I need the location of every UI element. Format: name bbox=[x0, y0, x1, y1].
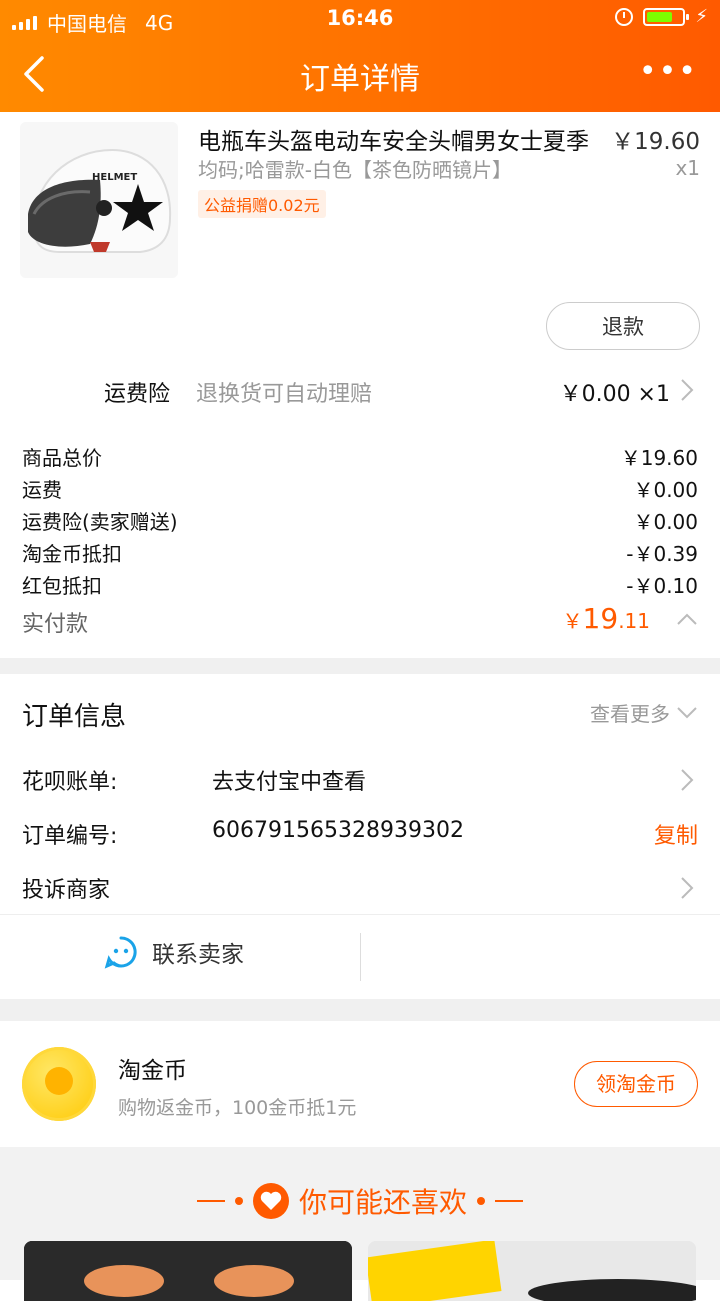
chevron-right-icon bbox=[681, 769, 694, 791]
contact-seller-label: 联系卖家 bbox=[152, 942, 244, 968]
total-value: ￥19.60 bbox=[620, 446, 698, 470]
contact-bar: 联系卖家 bbox=[0, 915, 720, 999]
section-gap bbox=[0, 999, 720, 1021]
page-title: 订单详情 bbox=[300, 62, 420, 97]
order-info-section: 订单信息 查看更多 花呗账单: 去支付宝中查看 订单编号: 6067915653… bbox=[0, 674, 720, 914]
coin-deduction-value: -￥0.39 bbox=[626, 542, 698, 566]
insurance-label: 运费险 bbox=[104, 382, 171, 407]
huabei-row[interactable]: 花呗账单: 去支付宝中查看 bbox=[0, 764, 720, 804]
coin-deduction-row: 淘金币抵扣 -￥0.39 bbox=[0, 536, 720, 568]
insurance-fee-label: 运费险(卖家赠送) bbox=[22, 510, 178, 534]
more-menu-button[interactable]: ••• bbox=[639, 54, 698, 89]
product-card[interactable]: HELMET 电瓶车头盔电动车安全头帽男女士夏季 均码;哈雷款-白色【茶色防晒镜… bbox=[0, 112, 720, 362]
battery-icon bbox=[643, 7, 690, 26]
coin-deduction-label: 淘金币抵扣 bbox=[22, 542, 122, 566]
product-quantity: x1 bbox=[675, 156, 700, 180]
chevron-right-icon bbox=[681, 379, 694, 401]
copy-button[interactable]: 复制 bbox=[654, 818, 698, 850]
product-thumbnail bbox=[368, 1241, 696, 1301]
recommendations-title: 你可能还喜欢 bbox=[298, 1186, 467, 1219]
recommendation-card[interactable] bbox=[24, 1241, 352, 1301]
complain-row[interactable]: 投诉商家 bbox=[0, 872, 720, 912]
header: 中国电信 4G 16:46 ⚡ 订单详情 ••• bbox=[0, 0, 720, 112]
claim-coins-button[interactable]: 领淘金币 bbox=[574, 1061, 698, 1107]
chat-icon bbox=[104, 936, 137, 969]
contact-seller-button[interactable]: 联系卖家 bbox=[104, 935, 244, 969]
redpacket-deduction-label: 红包抵扣 bbox=[22, 574, 102, 598]
actual-paid-value: ￥19.11 bbox=[562, 602, 650, 635]
shipping-row: 运费 ￥0.00 bbox=[0, 472, 720, 504]
recommendation-card[interactable] bbox=[368, 1241, 696, 1301]
taojinbi-title: 淘金币 bbox=[118, 1058, 187, 1084]
charity-badge: 公益捐赠0.02元 bbox=[198, 190, 326, 218]
order-number-row: 订单编号: 606791565328939302 复制 bbox=[0, 818, 720, 858]
chevron-down-icon bbox=[677, 706, 697, 718]
total-label: 商品总价 bbox=[22, 446, 102, 470]
status-time: 16:46 bbox=[326, 6, 394, 30]
redpacket-deduction-row: 红包抵扣 -￥0.10 bbox=[0, 568, 720, 600]
alarm-icon bbox=[615, 7, 634, 26]
product-image[interactable]: HELMET bbox=[20, 122, 178, 278]
insurance-value: ￥0.00 ×1 bbox=[559, 382, 670, 407]
section-gap bbox=[0, 658, 720, 674]
decor-dot bbox=[477, 1197, 485, 1205]
product-sku: 均码;哈雷款-白色【茶色防晒镜片】 bbox=[198, 158, 512, 182]
order-number-label: 订单编号: bbox=[22, 824, 118, 849]
total-row: 商品总价 ￥19.60 bbox=[0, 440, 720, 472]
nav-bar: 订单详情 ••• bbox=[0, 36, 720, 112]
decor-line bbox=[196, 1200, 225, 1202]
taojinbi-section: 淘金币 购物返金币，100金币抵1元 领淘金币 bbox=[0, 1021, 720, 1147]
order-number-value: 606791565328939302 bbox=[212, 818, 464, 843]
huabei-value: 去支付宝中查看 bbox=[212, 770, 367, 795]
product-thumbnail bbox=[24, 1241, 352, 1301]
insurance-fee-row: 运费险(卖家赠送) ￥0.00 bbox=[0, 504, 720, 536]
complain-label: 投诉商家 bbox=[22, 878, 111, 903]
gold-coin-icon bbox=[22, 1047, 96, 1121]
chevron-right-icon bbox=[681, 877, 694, 899]
shipping-insurance-row[interactable]: 运费险 退换货可自动理赔 ￥0.00 ×1 bbox=[0, 362, 720, 418]
insurance-desc: 退换货可自动理赔 bbox=[196, 382, 373, 407]
insurance-fee-value: ￥0.00 bbox=[633, 510, 698, 534]
redpacket-deduction-value: -￥0.10 bbox=[626, 574, 698, 598]
shipping-value: ￥0.00 bbox=[633, 478, 698, 502]
view-more-label: 查看更多 bbox=[590, 702, 670, 726]
divider bbox=[360, 933, 361, 981]
refund-button[interactable]: 退款 bbox=[546, 302, 700, 350]
taojinbi-desc: 购物返金币，100金币抵1元 bbox=[118, 1097, 357, 1119]
helmet-brand-text: HELMET bbox=[92, 172, 137, 183]
product-name[interactable]: 电瓶车头盔电动车安全头帽男女士夏季 bbox=[198, 122, 589, 156]
shipping-label: 运费 bbox=[22, 478, 62, 502]
recommendations-header: 你可能还喜欢 bbox=[0, 1181, 720, 1221]
huabei-label: 花呗账单: bbox=[22, 770, 118, 795]
product-price: ￥19.60 bbox=[611, 129, 700, 155]
status-bar: 中国电信 4G 16:46 ⚡ bbox=[0, 0, 720, 36]
charging-icon: ⚡ bbox=[695, 6, 708, 27]
actual-paid-label: 实付款 bbox=[22, 612, 89, 637]
decor-line bbox=[495, 1200, 523, 1202]
helmet-image: HELMET bbox=[20, 122, 178, 278]
actual-paid-row[interactable]: 实付款 ￥19.11 bbox=[0, 600, 720, 646]
heart-icon bbox=[252, 1183, 289, 1219]
order-info-title: 订单信息 bbox=[22, 702, 127, 732]
view-more-button[interactable]: 查看更多 bbox=[590, 698, 698, 727]
decor-dot bbox=[234, 1197, 243, 1205]
price-breakdown: 商品总价 ￥19.60 运费 ￥0.00 运费险(卖家赠送) ￥0.00 淘金币抵扣 -… bbox=[0, 440, 720, 646]
chevron-up-icon[interactable] bbox=[676, 612, 698, 626]
recommendations-section: 你可能还喜欢 bbox=[0, 1147, 720, 1301]
